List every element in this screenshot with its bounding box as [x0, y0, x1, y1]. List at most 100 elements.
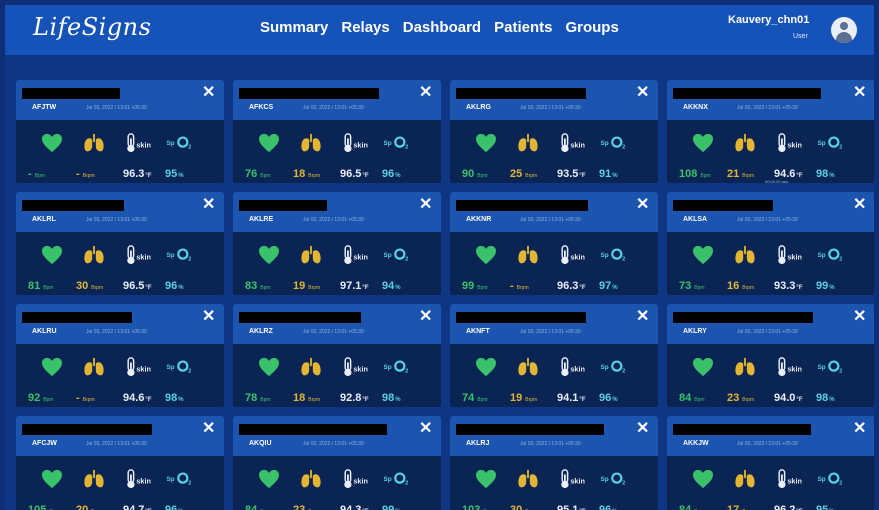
svg-text:Sp: Sp	[817, 476, 825, 483]
timestamp: Jul 03, 2022 / 13:01 +05:30	[86, 105, 147, 111]
timestamp: Jul 03, 2022 / 13:01 +05:30	[86, 441, 147, 447]
heart-icon	[475, 469, 497, 494]
close-icon[interactable]: ✕	[853, 309, 866, 325]
patient-id: AKKJW	[683, 440, 709, 447]
rr-number: 18	[293, 392, 306, 404]
rr-unit: Brpm	[82, 397, 95, 403]
patient-card[interactable]: AKKJW Jul 03, 2022 / 13:01 +05:30 ✕ skin…	[667, 416, 874, 510]
patient-card[interactable]: AKLRG Jul 03, 2022 / 13:01 +05:30 ✕ skin…	[450, 80, 658, 183]
hr-unit: Bpm	[477, 173, 488, 179]
patient-card[interactable]: AKNFT Jul 03, 2022 / 13:01 +05:30 ✕ skin…	[450, 304, 658, 407]
redacted-patient-name	[456, 200, 588, 211]
temp-number: 96.2	[774, 504, 796, 510]
heart-icon	[258, 245, 280, 270]
hr-number: 83	[245, 280, 258, 292]
svg-text:Sp: Sp	[600, 252, 608, 259]
patient-card[interactable]: AFCJW Jul 03, 2022 / 13:01 +05:30 ✕ skin…	[16, 416, 224, 510]
redacted-patient-name	[456, 312, 586, 323]
patient-card[interactable]: AKLRU Jul 03, 2022 / 13:01 +05:30 ✕ skin…	[16, 304, 224, 407]
patient-card[interactable]: AKLRY Jul 03, 2022 / 13:01 +05:30 ✕ skin…	[667, 304, 874, 407]
resp-rate-value: 16 Brpm	[727, 280, 754, 292]
heart-rate-value: 84Bpm	[245, 504, 271, 510]
close-icon[interactable]: ✕	[419, 85, 432, 101]
patient-id: AKLRE	[249, 216, 274, 223]
patient-card[interactable]: AKLRE Jul 03, 2022 / 13:01 +05:30 ✕ skin…	[233, 192, 441, 295]
close-icon[interactable]: ✕	[853, 421, 866, 437]
patient-card[interactable]: AKQIU Jul 03, 2022 / 13:01 +05:30 ✕ skin…	[233, 416, 441, 510]
close-icon[interactable]: ✕	[636, 85, 649, 101]
spo2-icon: Sp 2	[166, 357, 196, 382]
spo2-value: 95%	[816, 504, 835, 510]
hr-number: 90	[462, 168, 475, 180]
heart-rate-value: 83 Bpm	[245, 280, 271, 292]
rr-unit: Brpm	[308, 285, 321, 291]
nav-summary[interactable]: Summary	[260, 19, 328, 36]
close-icon[interactable]: ✕	[419, 421, 432, 437]
close-icon[interactable]: ✕	[419, 197, 432, 213]
spo2-number: 96	[599, 504, 612, 510]
resp-rate-value: 17Brpm	[727, 504, 754, 510]
close-icon[interactable]: ✕	[202, 421, 215, 437]
close-icon[interactable]: ✕	[419, 309, 432, 325]
patient-card[interactable]: AKKNX Jul 03, 2022 / 13:01 +05:30 ✕ skin…	[667, 80, 874, 183]
hr-number: 84	[679, 392, 692, 404]
hr-unit: Bpm	[260, 397, 271, 403]
redacted-patient-name	[22, 88, 120, 99]
close-icon[interactable]: ✕	[202, 85, 215, 101]
spo2-unit: %	[178, 285, 184, 291]
redacted-patient-name	[22, 312, 132, 323]
hr-unit: Bpm	[43, 397, 54, 403]
spo2-unit: %	[829, 285, 835, 291]
close-icon[interactable]: ✕	[202, 309, 215, 325]
thermometer-icon: skin	[125, 245, 155, 270]
spo2-unit: %	[178, 173, 184, 179]
patient-card[interactable]: AKLSA Jul 03, 2022 / 13:01 +05:30 ✕ skin…	[667, 192, 874, 295]
resp-rate-value: 21 Brpm	[727, 168, 754, 180]
svg-text:2: 2	[188, 256, 191, 262]
patient-card[interactable]: AFJTW Jul 03, 2022 / 13:01 +05:30 ✕ skin…	[16, 80, 224, 183]
patient-card[interactable]: AKKNR Jul 03, 2022 / 13:01 +05:30 ✕ skin…	[450, 192, 658, 295]
resp-rate-value: 18 Brpm	[293, 392, 320, 404]
nav-relays[interactable]: Relays	[341, 19, 389, 36]
timestamp: Jul 03, 2022 / 13:01 +05:30	[303, 329, 364, 335]
nav-patients[interactable]: Patients	[494, 19, 552, 36]
svg-text:Sp: Sp	[383, 140, 391, 147]
svg-text:Sp: Sp	[600, 364, 608, 371]
nav-groups[interactable]: Groups	[565, 19, 618, 36]
lungs-icon	[517, 469, 539, 494]
temp-unit: °F	[796, 397, 803, 403]
resp-rate-value: 19 Brpm	[293, 280, 320, 292]
spo2-icon: Sp 2	[166, 469, 196, 494]
svg-text:2: 2	[839, 256, 842, 262]
svg-text:skin: skin	[136, 253, 151, 262]
spo2-value: 94%	[382, 280, 401, 292]
close-icon[interactable]: ✕	[853, 85, 866, 101]
thermometer-icon: skin	[125, 357, 155, 382]
patient-card[interactable]: AKLRJ Jul 03, 2022 / 13:01 +05:30 ✕ skin…	[450, 416, 658, 510]
nav-dashboard[interactable]: Dashboard	[403, 19, 481, 36]
spo2-value: 95%	[165, 168, 184, 180]
close-icon[interactable]: ✕	[202, 197, 215, 213]
spo2-icon: Sp 2	[817, 357, 847, 382]
avatar[interactable]	[831, 17, 857, 43]
app-logo[interactable]: LifeSigns	[33, 13, 151, 41]
temp-unit: °F	[579, 397, 586, 403]
spo2-value: 98%	[382, 392, 401, 404]
close-icon[interactable]: ✕	[636, 197, 649, 213]
close-icon[interactable]: ✕	[853, 197, 866, 213]
heart-icon	[41, 357, 63, 382]
lungs-icon	[83, 469, 105, 494]
svg-text:skin: skin	[787, 253, 802, 262]
patient-card[interactable]: AFKCS Jul 03, 2022 / 13:01 +05:30 ✕ skin…	[233, 80, 441, 183]
spo2-value: 98%	[816, 392, 835, 404]
hr-number: 74	[462, 392, 475, 404]
hr-number: -	[28, 168, 32, 180]
heart-rate-value: - Bpm	[28, 168, 45, 180]
spo2-number: 98	[165, 392, 178, 404]
patient-card[interactable]: AKLRZ Jul 03, 2022 / 13:01 +05:30 ✕ skin…	[233, 304, 441, 407]
close-icon[interactable]: ✕	[636, 421, 649, 437]
close-icon[interactable]: ✕	[636, 309, 649, 325]
spo2-icon: Sp 2	[383, 133, 413, 158]
patient-card[interactable]: AKLRL Jul 03, 2022 / 13:01 +05:30 ✕ skin…	[16, 192, 224, 295]
temp-number: 94.6	[123, 392, 145, 404]
